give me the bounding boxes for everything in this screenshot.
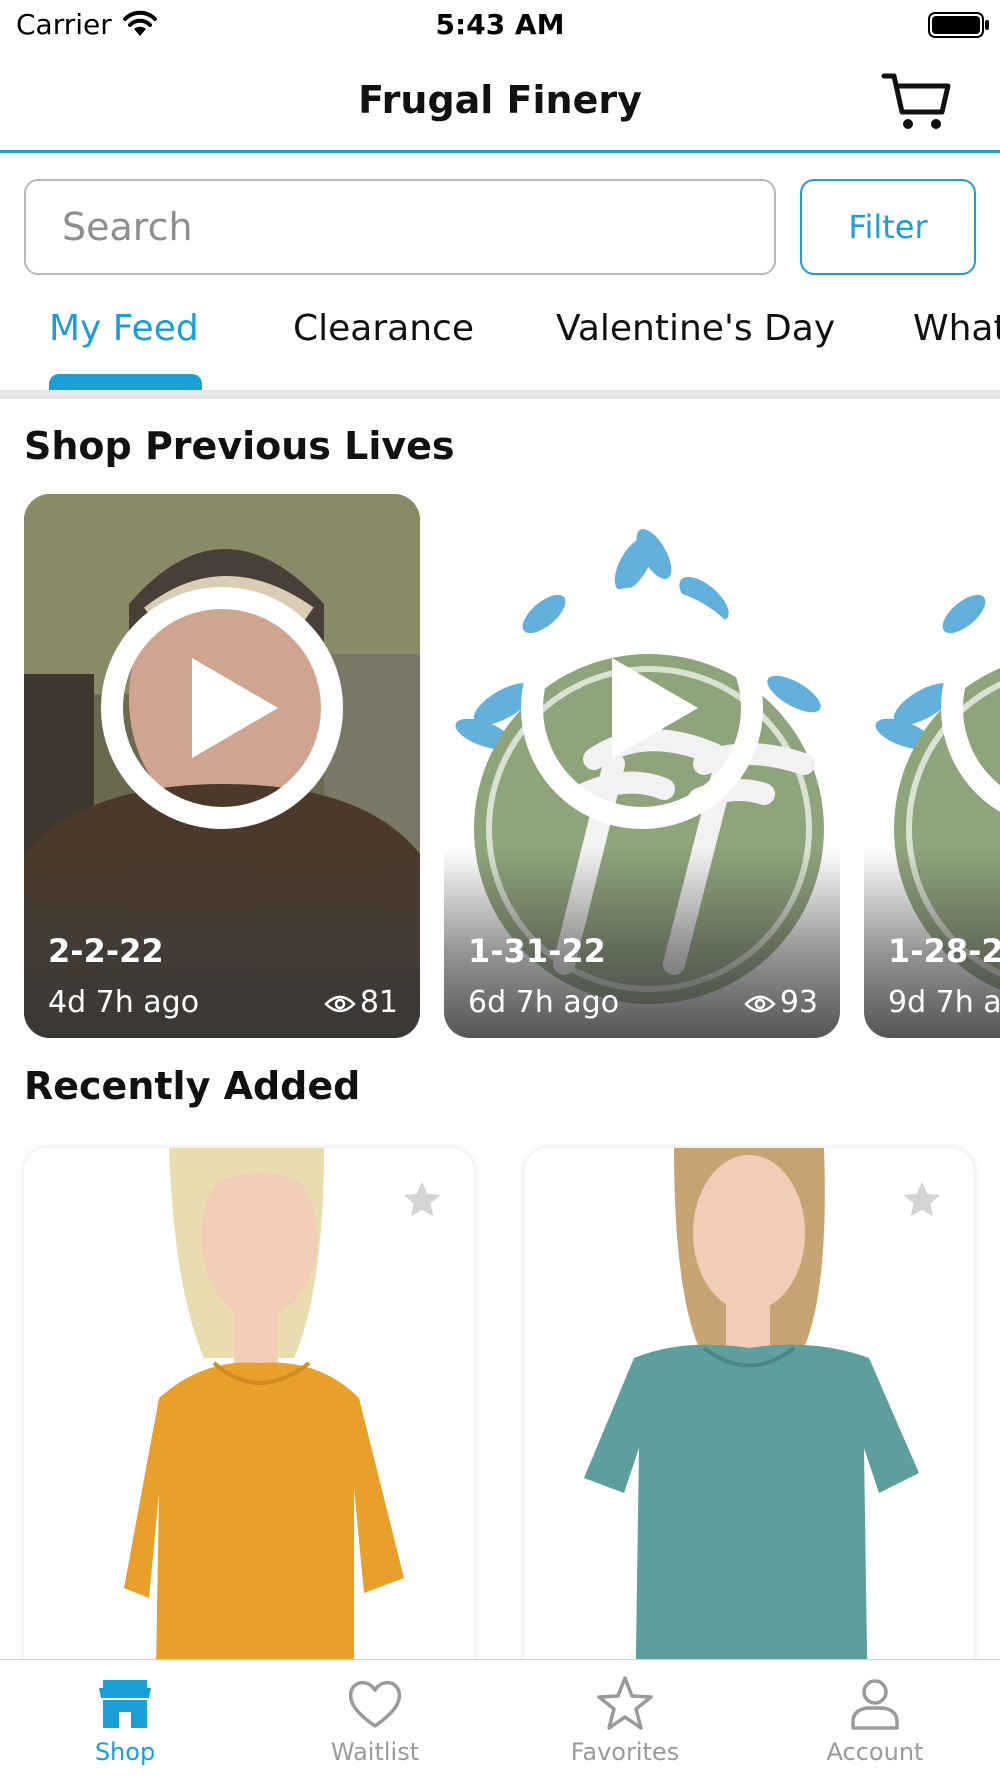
live-time-ago: 4d 7h ago bbox=[48, 985, 200, 1020]
tabbar-waitlist[interactable]: Waitlist bbox=[275, 1666, 475, 1766]
battery-icon bbox=[928, 12, 989, 38]
tab-more[interactable]: What bbox=[913, 308, 1000, 349]
live-time-ago: 9d 7h a bbox=[888, 985, 1000, 1020]
tabbar-label: Account bbox=[826, 1738, 924, 1766]
star-icon bbox=[597, 1676, 653, 1730]
tabbar-favorites[interactable]: Favorites bbox=[525, 1666, 725, 1766]
live-date: 1-31-22 bbox=[468, 932, 606, 970]
active-tab-indicator bbox=[49, 374, 202, 390]
view-count: 81 bbox=[359, 985, 398, 1020]
lives-carousel: 2-2-22 4d 7h ago 81 1-31-22 6d 7h ago 93… bbox=[0, 494, 1000, 1040]
bottom-tab-bar: Shop Waitlist Favorites Account bbox=[0, 1659, 1000, 1778]
live-date: 1-28-22 bbox=[888, 932, 1000, 970]
filter-button[interactable]: Filter bbox=[800, 179, 976, 275]
eye-icon bbox=[324, 995, 356, 1012]
live-date: 2-2-22 bbox=[48, 932, 164, 970]
live-video-card[interactable]: 1-28-22 9d 7h a bbox=[864, 494, 1000, 1038]
clock: 5:43 AM bbox=[435, 8, 565, 41]
eye-icon bbox=[744, 995, 776, 1012]
status-bar: Carrier 5:43 AM bbox=[0, 0, 1000, 52]
tab-clearance[interactable]: Clearance bbox=[293, 308, 474, 349]
play-icon[interactable] bbox=[940, 586, 1000, 830]
tabbar-label: Shop bbox=[94, 1738, 156, 1766]
tabbar-label: Favorites bbox=[570, 1738, 680, 1766]
tab-valentines-day[interactable]: Valentine's Day bbox=[556, 308, 835, 349]
live-video-card[interactable]: 2-2-22 4d 7h ago 81 bbox=[24, 494, 420, 1038]
live-view-count: 93 bbox=[744, 985, 818, 1020]
play-icon[interactable] bbox=[100, 586, 344, 830]
tab-my-feed[interactable]: My Feed bbox=[49, 308, 199, 349]
live-time-ago: 6d 7h ago bbox=[468, 985, 620, 1020]
person-icon bbox=[851, 1679, 899, 1730]
cart-icon[interactable] bbox=[880, 70, 952, 134]
divider bbox=[0, 390, 1000, 399]
heart-icon bbox=[348, 1680, 402, 1728]
storefront-icon bbox=[99, 1680, 151, 1728]
live-video-card[interactable]: 1-31-22 6d 7h ago 93 bbox=[444, 494, 840, 1038]
live-view-count: 81 bbox=[324, 985, 398, 1020]
tabbar-shop[interactable]: Shop bbox=[25, 1666, 225, 1766]
tabbar-label: Waitlist bbox=[330, 1738, 420, 1766]
section-title-recent: Recently Added bbox=[24, 1064, 361, 1108]
favorite-star-icon[interactable] bbox=[900, 1178, 944, 1222]
tabbar-account[interactable]: Account bbox=[775, 1666, 975, 1766]
favorite-star-icon[interactable] bbox=[400, 1178, 444, 1222]
search-input[interactable] bbox=[24, 179, 776, 275]
view-count: 93 bbox=[779, 985, 818, 1020]
page-title: Frugal Finery bbox=[358, 78, 642, 122]
section-title-lives: Shop Previous Lives bbox=[24, 424, 455, 468]
play-icon[interactable] bbox=[520, 586, 764, 830]
nav-bar: Frugal Finery bbox=[0, 52, 1000, 153]
category-tabs: My Feed Clearance Valentine's Day What bbox=[0, 290, 1000, 390]
